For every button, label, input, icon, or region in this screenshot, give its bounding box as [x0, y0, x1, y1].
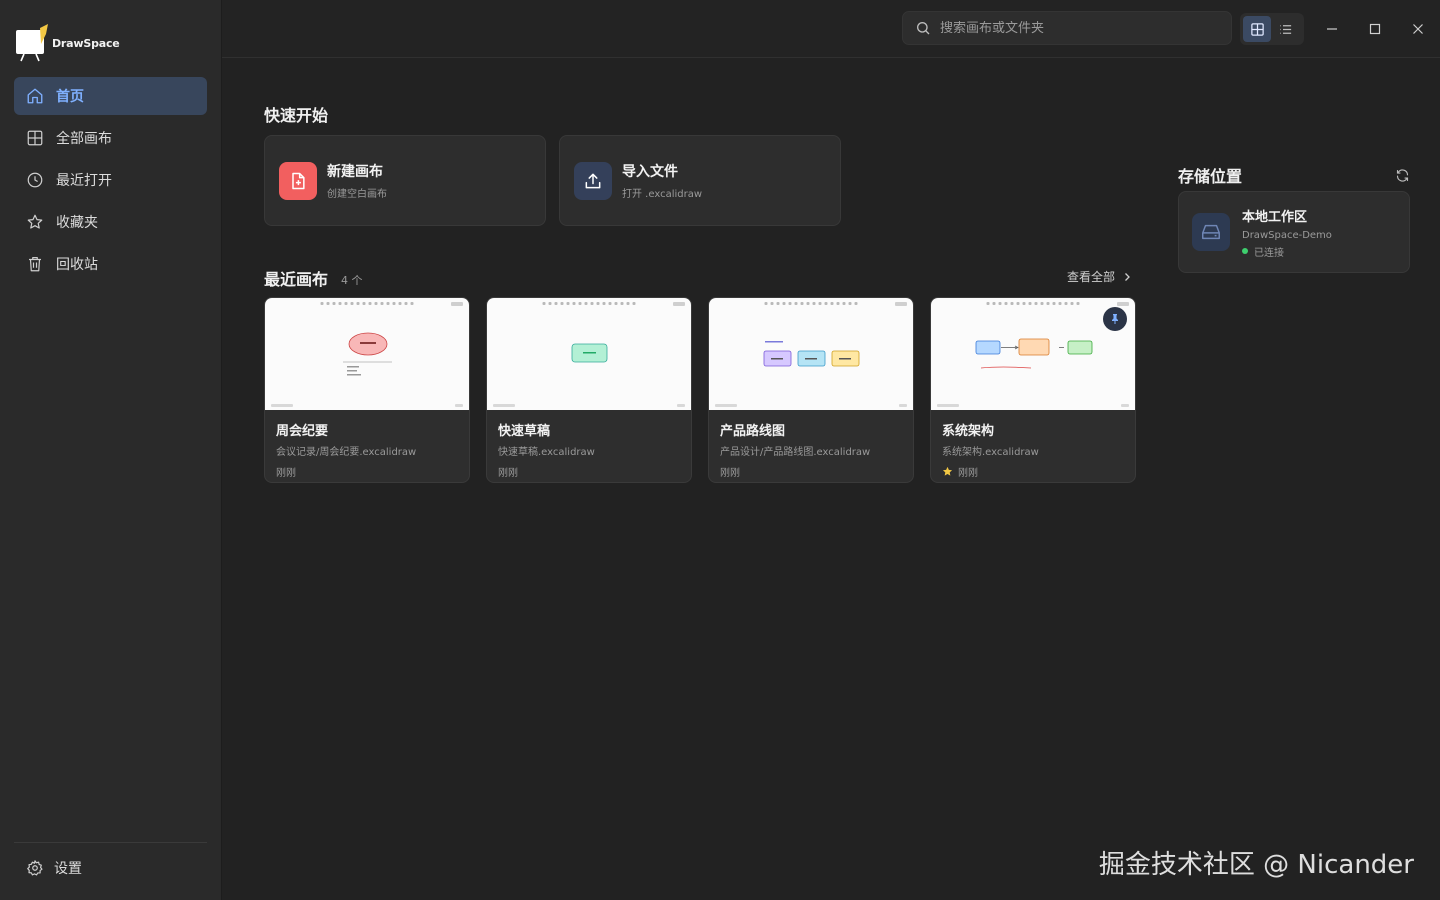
import-icon-wrap — [574, 161, 612, 200]
canvas-path: 会议记录/周会纪要.excalidraw — [276, 447, 417, 458]
view-all-link[interactable]: 查看全部 — [1067, 268, 1133, 285]
recent-title: 最近画布 — [264, 270, 329, 289]
quick-start-title: 快速开始 — [264, 106, 329, 125]
storage-header: 存储位置 — [1178, 163, 1410, 187]
grid-icon — [1250, 22, 1264, 36]
star-icon — [27, 214, 43, 229]
trash-icon — [29, 257, 41, 272]
canvas-path: 产品设计/产品路线图.excalidraw — [720, 447, 871, 458]
canvas-title: 系统架构 — [942, 424, 995, 439]
pin-icon — [1112, 314, 1118, 324]
new-canvas-button[interactable]: 新建画布 创建空白画布 — [264, 135, 546, 226]
new-file-icon — [292, 172, 305, 189]
new-canvas-icon-wrap — [279, 161, 317, 200]
new-canvas-subtitle: 创建空白画布 — [327, 189, 387, 200]
settings-button[interactable]: 设置 — [26, 858, 82, 878]
topbar — [222, 0, 1440, 58]
sidebar-item-home[interactable]: 首页 — [14, 77, 207, 115]
recent-count: 4 个 — [341, 274, 363, 287]
clock-icon — [27, 172, 43, 188]
canvas-thumbnail — [265, 298, 469, 410]
import-file-title: 导入文件 — [622, 164, 678, 180]
sidebar-item-label: 全部画布 — [56, 131, 112, 147]
search-icon — [917, 22, 930, 35]
canvas-thumbnail — [487, 298, 691, 410]
list-icon — [1279, 24, 1291, 34]
sidebar-divider — [14, 842, 207, 843]
canvas-card[interactable]: 产品路线图 产品设计/产品路线图.excalidraw 刚刚 — [708, 297, 914, 483]
settings-label: 设置 — [54, 861, 82, 877]
sidebar-item-label: 首页 — [56, 89, 84, 105]
app-name: DrawSpace — [52, 36, 120, 50]
sidebar-nav: 首页 全部画布 最近打开 收藏夹 回收站 — [14, 77, 207, 287]
grid-view-button[interactable] — [1243, 16, 1271, 42]
view-all-label: 查看全部 — [1067, 270, 1116, 284]
pinned-badge[interactable] — [1103, 307, 1127, 331]
canvas-time: 刚刚 — [958, 468, 978, 479]
workspace-name: DrawSpace-Demo — [1242, 229, 1332, 241]
close-button[interactable] — [1407, 18, 1429, 40]
star-filled-icon — [942, 466, 953, 476]
search-input[interactable] — [940, 20, 1210, 36]
new-canvas-title: 新建画布 — [327, 164, 383, 180]
canvas-card[interactable]: 快速草稿 快速草稿.excalidraw 刚刚 — [486, 297, 692, 483]
canvas-card[interactable]: 周会纪要 会议记录/周会纪要.excalidraw 刚刚 — [264, 297, 470, 483]
watermark: 掘金技术社区 @ Nicander — [1098, 850, 1414, 880]
canvas-time: 刚刚 — [276, 468, 296, 479]
view-mode-toggle — [1240, 13, 1304, 45]
canvas-path: 快速草稿.excalidraw — [498, 447, 595, 458]
drawspace-logo-icon — [14, 24, 50, 62]
status-dot — [1242, 248, 1248, 254]
maximize-icon — [1369, 23, 1381, 35]
import-file-button[interactable]: 导入文件 打开 .excalidraw — [559, 135, 841, 226]
canvas-time: 刚刚 — [720, 468, 740, 479]
drive-icon — [1202, 224, 1220, 240]
gear-icon — [27, 860, 43, 876]
sidebar: DrawSpace 首页 全部画布 最近打开 收藏夹 回收站 设置 — [0, 0, 222, 900]
workspace-title: 本地工作区 — [1242, 209, 1308, 225]
import-file-subtitle: 打开 .excalidraw — [622, 189, 703, 200]
canvas-title: 产品路线图 — [720, 424, 786, 439]
sidebar-item-favorites[interactable]: 收藏夹 — [14, 203, 207, 241]
app-logo[interactable]: DrawSpace — [14, 24, 120, 62]
grid-icon — [27, 130, 43, 146]
storage-title: 存储位置 — [1178, 167, 1243, 186]
connection-status-label: 已连接 — [1254, 247, 1284, 259]
close-icon — [1413, 24, 1423, 34]
canvas-title: 周会纪要 — [276, 424, 329, 439]
canvas-title: 快速草稿 — [498, 424, 551, 439]
canvas-card[interactable]: 系统架构 系统架构.excalidraw 刚刚 — [930, 297, 1136, 483]
sidebar-item-label: 回收站 — [56, 257, 98, 273]
list-view-button[interactable] — [1271, 16, 1299, 42]
canvas-time: 刚刚 — [498, 468, 518, 479]
sidebar-item-label: 收藏夹 — [56, 215, 98, 231]
connection-status: 已连接 — [1242, 244, 1332, 259]
sidebar-item-all-canvases[interactable]: 全部画布 — [14, 119, 207, 157]
chevron-right-icon — [1125, 272, 1130, 281]
home-icon — [27, 88, 43, 104]
canvas-path: 系统架构.excalidraw — [942, 447, 1039, 458]
minimize-icon — [1327, 28, 1337, 30]
storage-icon-wrap — [1192, 213, 1230, 251]
maximize-button[interactable] — [1364, 18, 1386, 40]
minimize-button[interactable] — [1321, 18, 1343, 40]
sidebar-item-label: 最近打开 — [56, 173, 112, 189]
canvas-thumbnail — [709, 298, 913, 410]
search-box[interactable] — [902, 11, 1232, 45]
storage-workspace-card[interactable]: 本地工作区 DrawSpace-Demo 已连接 — [1178, 191, 1410, 273]
upload-icon — [585, 173, 601, 188]
sidebar-item-recent[interactable]: 最近打开 — [14, 161, 207, 199]
canvas-thumbnail — [931, 298, 1135, 410]
sidebar-item-trash[interactable]: 回收站 — [14, 245, 207, 283]
refresh-icon[interactable] — [1395, 168, 1410, 183]
